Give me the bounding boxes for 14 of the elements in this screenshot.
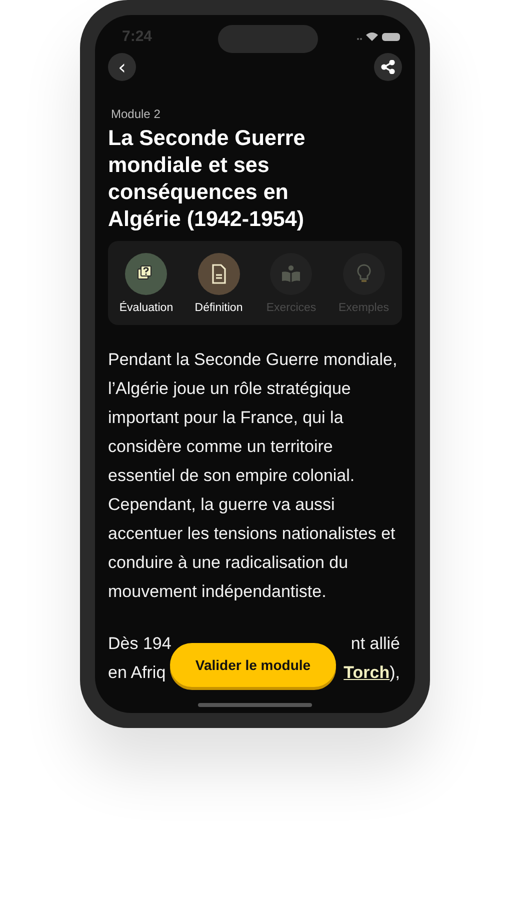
text-fragment: ), bbox=[390, 663, 400, 682]
section-tab[interactable]: Définition bbox=[184, 252, 254, 314]
back-button[interactable]: ‹ bbox=[108, 53, 136, 81]
status-icons bbox=[356, 30, 402, 42]
validate-button[interactable]: Valider le module bbox=[170, 643, 336, 687]
section-tab[interactable]: Évaluation bbox=[111, 252, 182, 314]
text-fragment: en Afriq bbox=[108, 662, 166, 684]
page-title: La Seconde Guerre mondiale et ses conséquences en Algérie (1942-1954) bbox=[108, 125, 306, 233]
module-label: Module 2 bbox=[111, 107, 162, 121]
text-fragment: Dès 194 bbox=[108, 633, 172, 655]
text-link[interactable]: Torch bbox=[344, 663, 390, 682]
body-paragraph: Pendant la Seconde Guerre mondiale, l’Algérie joue un rôle stratégique important pour la France, qui la considère comme un territoire essentiel de son empire colonial. Cependant, la guerre va aussi accentuer les tensions nationalistes et conduire à une radicalisation du mouvement indépendantiste. bbox=[108, 349, 398, 603]
text-fragment: nt allié bbox=[350, 634, 400, 653]
share-icon[interactable] bbox=[374, 53, 402, 81]
